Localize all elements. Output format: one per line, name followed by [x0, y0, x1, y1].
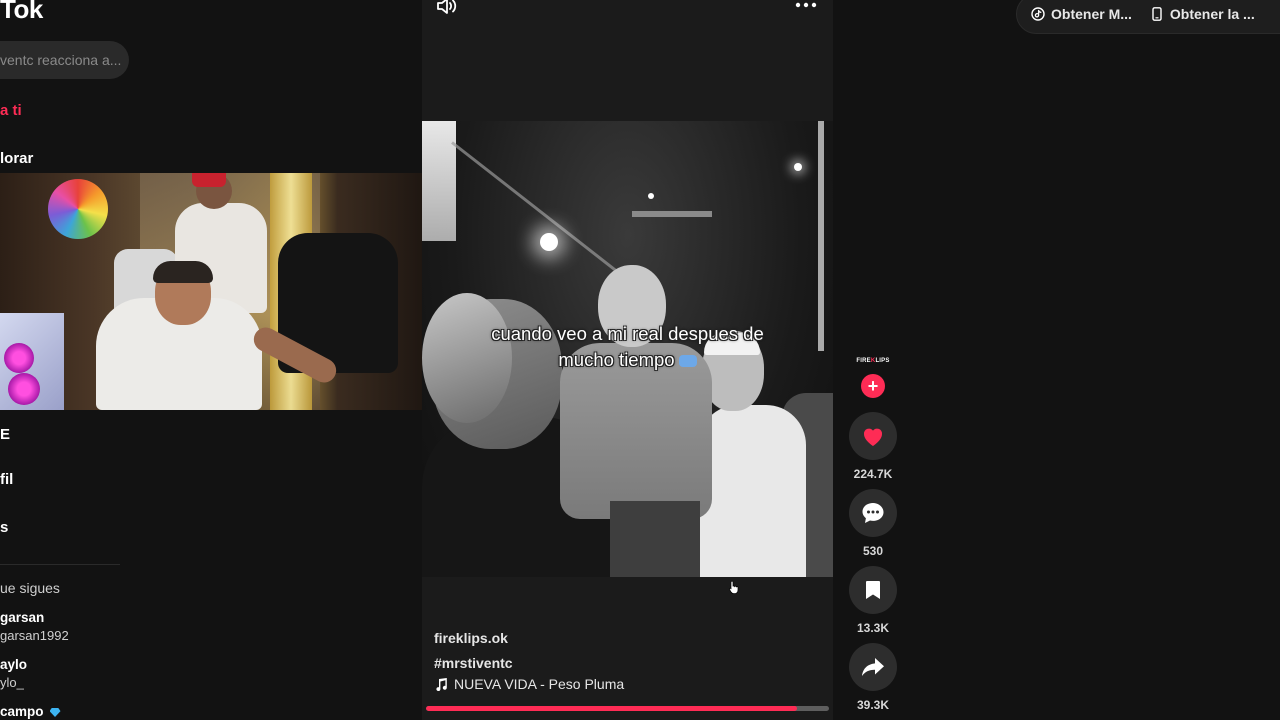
- comment-count: 530: [862, 544, 884, 558]
- cam-hair: [153, 261, 213, 283]
- follow-button[interactable]: +: [861, 374, 885, 398]
- video-scene: [540, 233, 558, 251]
- video-feed: cuando veo a mi real despues de mucho ti…: [422, 0, 833, 720]
- nav-live[interactable]: E: [0, 426, 10, 443]
- bookmark-icon: [866, 581, 880, 599]
- search-input[interactable]: ventc reacciona a...: [0, 41, 129, 79]
- video-progress-bar[interactable]: [426, 706, 829, 711]
- cam-fan: [8, 373, 40, 405]
- followed-account[interactable]: campo: [0, 704, 61, 719]
- cam-color-wheel: [48, 179, 108, 239]
- get-app-label: Obtener la ...: [1169, 6, 1255, 22]
- account-name-text: campo: [0, 704, 44, 719]
- get-coins-link[interactable]: Obtener M...: [1031, 6, 1132, 22]
- diamond-icon: [49, 707, 61, 717]
- nav-for-you[interactable]: a ti: [0, 102, 22, 119]
- top-links-bar: Obtener M... Obtener la ...: [1016, 0, 1280, 34]
- music-title: NUEVA VIDA - Peso Pluma: [454, 676, 625, 692]
- video-scene: [648, 193, 654, 199]
- share-count: 39.3K: [856, 698, 890, 712]
- cam-cap: [192, 173, 226, 187]
- like-count: 224.7K: [853, 467, 893, 481]
- heart-icon: [863, 428, 883, 446]
- phone-icon: [1152, 7, 1162, 21]
- creator-logo-part: LIPS: [875, 358, 890, 364]
- nav-explore[interactable]: lorar: [0, 150, 33, 167]
- video-scene: [422, 121, 456, 241]
- caption-line: mucho tiempo: [558, 349, 675, 370]
- share-icon: [862, 658, 884, 676]
- music-note-icon: [436, 678, 447, 691]
- share-button[interactable]: [849, 643, 897, 691]
- more-icon[interactable]: [795, 2, 817, 8]
- account-name: campo: [0, 704, 61, 719]
- video-music[interactable]: NUEVA VIDA - Peso Pluma: [434, 676, 624, 692]
- video-scene: [610, 501, 700, 577]
- account-handle: ylo_: [0, 675, 24, 690]
- followed-account[interactable]: aylo ylo_: [0, 657, 27, 690]
- action-bar: FIREKLIPS + 224.7K 530 13.3K 39.3K: [838, 350, 908, 720]
- sidebar-divider: [0, 564, 120, 565]
- video-player[interactable]: cuando veo a mi real despues de mucho ti…: [422, 121, 833, 577]
- volume-icon[interactable]: [436, 0, 458, 15]
- caption-line-wrap: mucho tiempo: [422, 347, 833, 373]
- caption-line: cuando veo a mi real despues de: [491, 323, 764, 344]
- streamer-facecam: [0, 173, 422, 410]
- video-scene: [698, 405, 806, 577]
- video-author[interactable]: fireklips.ok: [434, 630, 508, 646]
- video-caption: cuando veo a mi real despues de mucho ti…: [422, 321, 833, 373]
- account-handle: garsan1992: [0, 628, 69, 643]
- following-section-title: ue sigues: [0, 580, 60, 596]
- creator-logo-part: FIRE: [856, 358, 871, 364]
- tiktok-logo[interactable]: Tok: [0, 0, 43, 25]
- like-button[interactable]: [849, 412, 897, 460]
- video-hashtag[interactable]: #mrstiventc: [434, 655, 513, 671]
- nav-profile[interactable]: fil: [0, 471, 13, 488]
- tiktok-icon: [1031, 7, 1045, 21]
- comment-button[interactable]: [849, 489, 897, 537]
- get-app-link[interactable]: Obtener la ...: [1150, 6, 1255, 22]
- search-placeholder: ventc reacciona a...: [0, 52, 122, 68]
- video-progress-fill: [426, 706, 797, 711]
- video-scene: [818, 121, 824, 351]
- comment-icon: [862, 503, 884, 523]
- cam-fan: [4, 343, 34, 373]
- hand-cursor-icon: [729, 580, 739, 594]
- nav-more[interactable]: s: [0, 519, 8, 536]
- creator-avatar[interactable]: FIREKLIPS: [852, 358, 894, 364]
- video-scene: [794, 163, 802, 171]
- emoji-icon: [678, 355, 697, 368]
- save-button[interactable]: [849, 566, 897, 614]
- account-name: garsan: [0, 610, 45, 625]
- video-scene: [632, 211, 712, 217]
- get-coins-label: Obtener M...: [1051, 6, 1132, 22]
- account-name: aylo: [0, 657, 28, 672]
- followed-account[interactable]: garsan garsan1992: [0, 610, 69, 643]
- save-count: 13.3K: [856, 621, 890, 635]
